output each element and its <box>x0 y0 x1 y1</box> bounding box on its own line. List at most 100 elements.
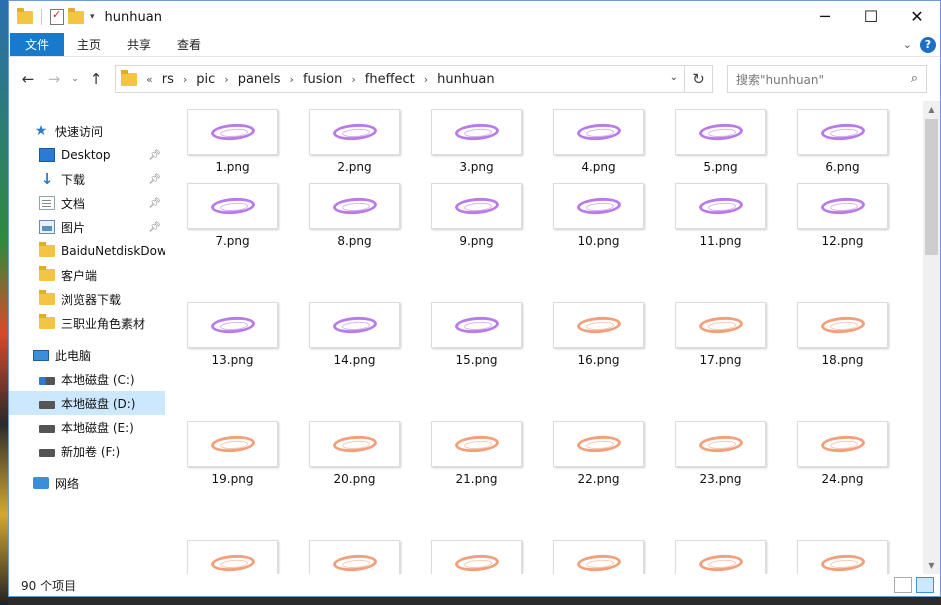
sidebar-item-drive-f[interactable]: 新加卷 (F:) <box>9 439 165 463</box>
file-item[interactable]: 15.png <box>431 302 522 369</box>
file-item[interactable]: 20.png <box>309 421 400 488</box>
file-item[interactable]: 3.png <box>431 109 522 176</box>
file-item[interactable]: 21.png <box>431 421 522 488</box>
sidebar-item-documents[interactable]: 文档 📌︎ <box>9 191 165 215</box>
breadcrumb-item[interactable]: fheffect <box>365 72 415 87</box>
scroll-up-icon[interactable]: ▲ <box>923 101 940 118</box>
file-item[interactable]: 13.png <box>187 302 278 369</box>
large-icons-view-icon[interactable] <box>916 577 934 593</box>
file-item[interactable]: 2.png <box>309 109 400 176</box>
refresh-button[interactable]: ↻ <box>685 65 713 93</box>
sidebar-item-folder[interactable]: 浏览器下载 <box>9 287 165 311</box>
tab-file[interactable]: 文件 <box>10 33 65 56</box>
file-item[interactable]: 22.png <box>553 421 644 488</box>
computer-icon <box>33 349 49 361</box>
sidebar-item-drive-c[interactable]: 本地磁盘 (C:) <box>9 367 165 391</box>
sidebar-item-label: 网络 <box>55 476 80 491</box>
vertical-scrollbar[interactable]: ▲ ▼ <box>923 101 940 574</box>
toolbar-divider <box>41 9 42 25</box>
sidebar-item-network[interactable]: 网络 <box>9 471 165 495</box>
file-thumbnail <box>187 540 278 574</box>
ring-effect-image <box>331 315 378 335</box>
breadcrumb-item[interactable]: rs <box>162 72 174 87</box>
file-item[interactable]: 1.png <box>187 109 278 176</box>
file-item[interactable] <box>675 540 766 574</box>
file-item[interactable]: 10.png <box>553 183 644 250</box>
sidebar-item-folder[interactable]: 三职业角色素材 <box>9 311 165 335</box>
file-item[interactable]: 16.png <box>553 302 644 369</box>
file-item[interactable]: 6.png <box>797 109 888 176</box>
breadcrumb-chevron-icon[interactable]: › <box>351 73 355 86</box>
scroll-down-icon[interactable]: ▼ <box>923 557 940 574</box>
file-item[interactable]: 17.png <box>675 302 766 369</box>
sidebar-item-drive-e[interactable]: 本地磁盘 (E:) <box>9 415 165 439</box>
ribbon-tabs: 文件 主页 共享 查看 ⌄ ? <box>9 33 940 57</box>
item-count: 90 个项目 <box>21 578 77 593</box>
file-thumbnail <box>309 421 400 467</box>
new-folder-icon[interactable] <box>68 7 84 24</box>
file-item[interactable]: 14.png <box>309 302 400 369</box>
breadcrumb-chevron-icon[interactable]: › <box>290 73 294 86</box>
tab-view[interactable]: 查看 <box>164 33 214 56</box>
file-item[interactable]: 18.png <box>797 302 888 369</box>
details-view-icon[interactable] <box>894 577 912 593</box>
file-thumbnail <box>309 109 400 155</box>
file-thumbnail <box>309 540 400 574</box>
file-item[interactable] <box>797 540 888 574</box>
breadcrumb-item-current[interactable]: hunhuan <box>437 72 494 87</box>
sidebar-item-drive-d[interactable]: 本地磁盘 (D:) <box>9 391 165 415</box>
folder-icon <box>121 69 137 86</box>
sidebar-item-pictures[interactable]: 图片 📌︎ <box>9 215 165 239</box>
file-item[interactable]: 24.png <box>797 421 888 488</box>
breadcrumb-item[interactable]: fusion <box>303 72 342 87</box>
file-item[interactable]: 11.png <box>675 183 766 250</box>
sidebar-item-folder[interactable]: 客户端 <box>9 263 165 287</box>
file-item[interactable] <box>431 540 522 574</box>
file-item[interactable] <box>187 540 278 574</box>
sidebar-item-downloads[interactable]: ↓ 下载 📌︎ <box>9 167 165 191</box>
sidebar-item-this-pc[interactable]: 此电脑 <box>9 343 165 367</box>
breadcrumb-item[interactable]: panels <box>238 72 281 87</box>
tab-share[interactable]: 共享 <box>114 33 164 56</box>
breadcrumb-chevron-icon[interactable]: › <box>183 73 187 86</box>
file-item[interactable] <box>309 540 400 574</box>
forward-button[interactable]: → <box>41 70 67 88</box>
file-item[interactable]: 4.png <box>553 109 644 176</box>
file-item[interactable]: 7.png <box>187 183 278 250</box>
file-item[interactable]: 12.png <box>797 183 888 250</box>
drive-icon <box>39 425 55 433</box>
sidebar-item-folder[interactable]: BaiduNetdiskDow <box>9 239 165 263</box>
breadcrumb-overflow[interactable]: « <box>146 73 153 86</box>
sidebar-item-desktop[interactable]: Desktop 📌︎ <box>9 143 165 167</box>
breadcrumb-chevron-icon[interactable]: › <box>224 73 228 86</box>
file-item[interactable]: 23.png <box>675 421 766 488</box>
file-item[interactable]: 8.png <box>309 183 400 250</box>
customize-toolbar-icon[interactable]: ▾ <box>90 12 95 22</box>
minimize-button[interactable]: ─ <box>802 1 848 31</box>
address-dropdown-icon[interactable]: ⌄ <box>670 72 678 83</box>
maximize-button[interactable]: ☐ <box>848 1 894 31</box>
properties-icon[interactable] <box>50 8 64 25</box>
file-item[interactable]: 5.png <box>675 109 766 176</box>
breadcrumb-item[interactable]: pic <box>196 72 215 87</box>
file-item[interactable]: 9.png <box>431 183 522 250</box>
file-name: 20.png <box>333 472 376 486</box>
file-name: 8.png <box>337 234 372 248</box>
sidebar-item-quick-access[interactable]: ★ 快速访问 <box>9 119 165 143</box>
back-button[interactable]: ← <box>15 70 41 88</box>
sidebar-item-label: 三职业角色素材 <box>61 316 146 331</box>
search-input[interactable]: 搜索"hunhuan" ⌕ <box>727 65 927 93</box>
recent-locations-button[interactable]: ⌄ <box>67 74 83 84</box>
expand-ribbon-icon[interactable]: ⌄ <box>903 38 912 51</box>
quick-access-toolbar: ▾ <box>9 7 95 25</box>
up-button[interactable]: ↑ <box>83 70 109 88</box>
close-button[interactable]: ✕ <box>894 1 940 31</box>
breadcrumb-chevron-icon[interactable]: › <box>424 73 428 86</box>
file-item[interactable]: 19.png <box>187 421 278 488</box>
help-icon[interactable]: ? <box>920 36 936 53</box>
file-item[interactable] <box>553 540 644 574</box>
address-bar[interactable]: « rs › pic › panels › fusion › fheffect … <box>115 65 685 93</box>
file-thumbnail <box>431 421 522 467</box>
tab-home[interactable]: 主页 <box>64 33 114 56</box>
scrollbar-thumb[interactable] <box>925 119 938 255</box>
